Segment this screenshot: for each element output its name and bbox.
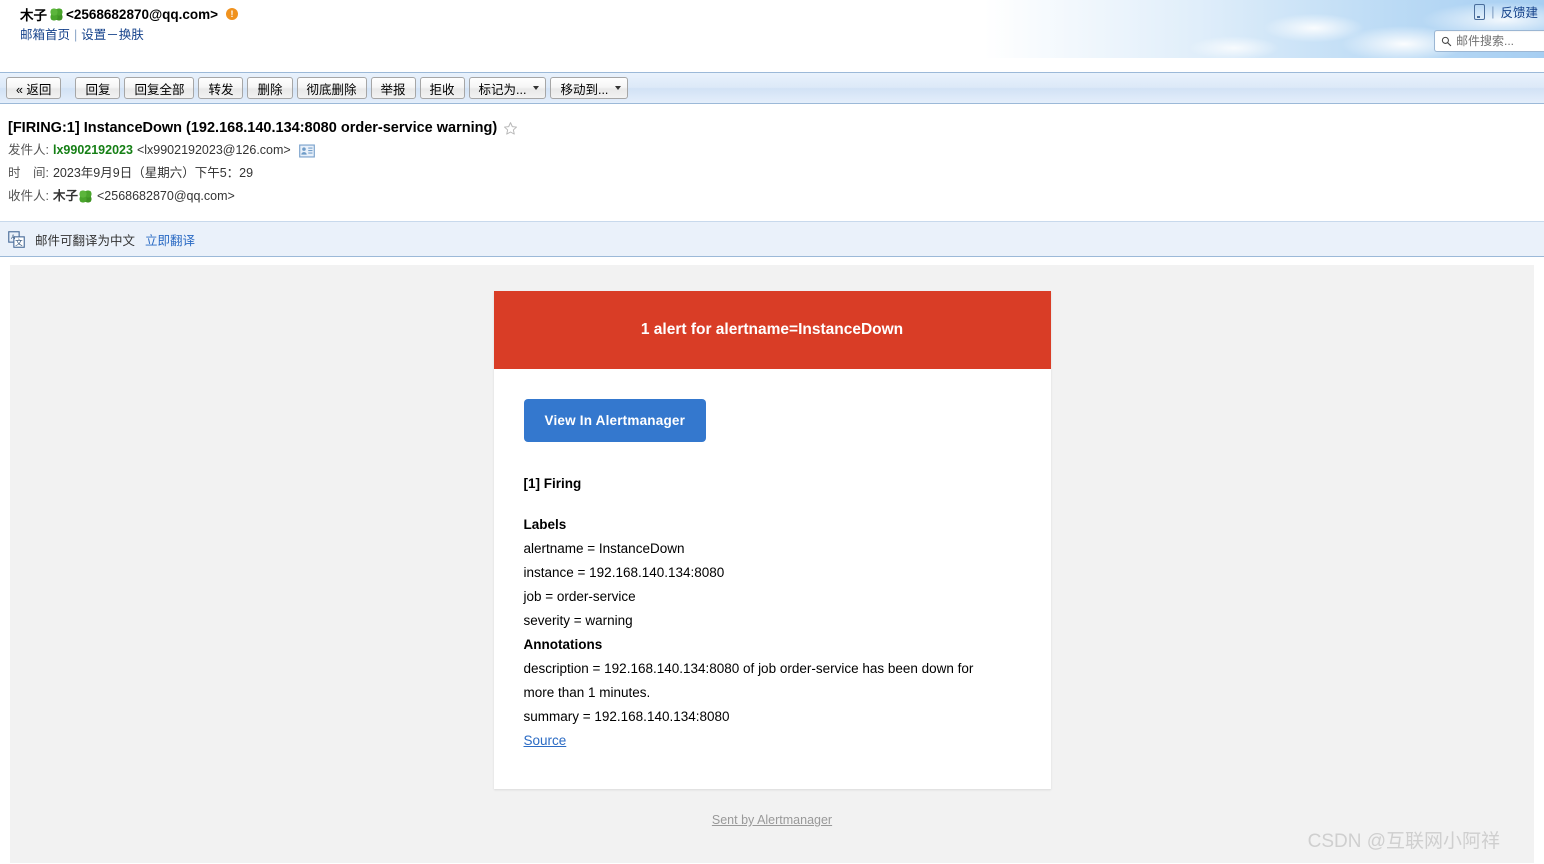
reply-button[interactable]: 回复 <box>75 77 121 99</box>
translate-bar: 文 A 邮件可翻译为中文 立即翻译 <box>0 221 1544 257</box>
translate-icon: 文 A <box>8 230 25 248</box>
from-row: 发件人: lx9902192023 <lx9902192023@126.com> <box>8 140 1544 161</box>
mail-subject: [FIRING:1] InstanceDown (192.168.140.134… <box>8 120 498 136</box>
header-right-links: | 反馈建 <box>1474 2 1538 21</box>
search-box[interactable] <box>1434 30 1544 52</box>
time-row: 时 间: 2023年9月9日（星期六）下午5：29 <box>8 163 1544 184</box>
alert-card: 1 alert for alertname=InstanceDown View … <box>493 291 1051 789</box>
translate-text: 邮件可翻译为中文 <box>35 233 136 248</box>
move-to-dropdown[interactable]: 移动到... <box>550 77 629 99</box>
time-label: 时 间: <box>8 166 49 180</box>
recipient-address: <2568682870@qq.com> <box>97 189 235 203</box>
annotation-line: description = 192.168.140.134:8080 of jo… <box>523 661 974 700</box>
forward-button[interactable]: 转发 <box>198 77 244 99</box>
account-display: 木子 <2568682870@qq.com> ! <box>20 4 239 24</box>
source-link[interactable]: Source <box>524 729 567 753</box>
reply-all-button[interactable]: 回复全部 <box>124 77 195 99</box>
reject-button[interactable]: 拒收 <box>419 77 465 99</box>
annotations-heading: Annotations <box>523 637 603 652</box>
link-settings[interactable]: 设置 <box>81 28 106 42</box>
sender-address: <lx9902192023@126.com> <box>136 143 291 157</box>
watermark: CSDN @互联网小阿祥 <box>1307 831 1500 852</box>
mark-as-label: 标记为... <box>478 82 527 97</box>
mail-header: [FIRING:1] InstanceDown (192.168.140.134… <box>0 104 1544 207</box>
delete-button[interactable]: 删除 <box>247 77 293 99</box>
top-header: 木子 <2568682870@qq.com> ! 邮箱首页 | 设置－换肤 | 反馈… <box>0 0 1544 72</box>
account-name: 木子 <box>20 8 47 23</box>
annotation-line: summary = 192.168.140.134:8080 <box>523 709 730 724</box>
mail-body-outer: 1 alert for alertname=InstanceDown View … <box>0 257 1544 863</box>
chevron-down-icon <box>533 86 540 90</box>
label-line: instance = 192.168.140.134:8080 <box>523 565 725 580</box>
star-outline-icon[interactable] <box>503 121 518 136</box>
header-links: 邮箱首页 | 设置－换肤 <box>20 24 144 43</box>
account-email: <2568682870@qq.com> <box>66 6 219 22</box>
subject-row: [FIRING:1] InstanceDown (192.168.140.134… <box>8 118 1544 138</box>
sent-by-footer: Sent by Alertmanager <box>10 813 1534 827</box>
label-line: alertname = InstanceDown <box>523 541 685 556</box>
firing-heading: [1] Firing <box>523 476 582 491</box>
view-in-alertmanager-button[interactable]: View In Alertmanager <box>523 399 707 442</box>
header-right-divider: | <box>1491 4 1495 19</box>
report-button[interactable]: 举报 <box>370 77 416 99</box>
clover-icon <box>50 7 63 21</box>
mobile-phone-icon[interactable] <box>1474 3 1486 20</box>
clover-icon <box>79 190 92 203</box>
recipient-name: 木子 <box>53 186 93 207</box>
link-dash: － <box>106 28 119 42</box>
to-label: 收件人: <box>8 189 49 203</box>
translate-now-link[interactable]: 立即翻译 <box>145 230 195 249</box>
link-separator: | <box>74 28 78 42</box>
warning-badge-icon[interactable]: ! <box>226 8 239 20</box>
labels-heading: Labels <box>523 517 567 532</box>
sent-by-link[interactable]: Sent by Alertmanager <box>712 813 832 827</box>
to-row: 收件人: 木子 <2568682870@qq.com> <box>8 186 1544 207</box>
search-input[interactable] <box>1456 34 1538 48</box>
svg-text:文: 文 <box>15 236 23 246</box>
permanent-delete-button[interactable]: 彻底删除 <box>296 77 367 99</box>
chevron-down-icon <box>615 86 622 90</box>
back-button[interactable]: « 返回 <box>6 77 62 99</box>
alert-content: View In Alertmanager [1] Firing Labels a… <box>494 369 1051 789</box>
label-line: severity = warning <box>523 613 633 628</box>
label-line: job = order-service <box>523 589 636 604</box>
mark-as-dropdown[interactable]: 标记为... <box>468 77 547 99</box>
search-icon <box>1441 36 1452 46</box>
mail-toolbar: « 返回 回复 回复全部 转发 删除 彻底删除 举报 拒收 标记为... 移动到… <box>0 72 1544 104</box>
contact-card-icon[interactable] <box>298 143 315 158</box>
time-value: 2023年9月9日（星期六）下午5：29 <box>52 166 254 180</box>
link-skin[interactable]: 换肤 <box>119 28 144 42</box>
alert-banner-title: 1 alert for alertname=InstanceDown <box>493 291 1051 369</box>
mail-body: 1 alert for alertname=InstanceDown View … <box>10 265 1534 863</box>
move-to-label: 移动到... <box>560 82 609 97</box>
link-feedback[interactable]: 反馈建 <box>1500 2 1538 21</box>
from-label: 发件人: <box>8 143 49 157</box>
recipient-name-text: 木子 <box>52 189 78 203</box>
sender-name[interactable]: lx9902192023 <box>53 140 133 161</box>
link-mailbox-home[interactable]: 邮箱首页 <box>20 28 70 42</box>
